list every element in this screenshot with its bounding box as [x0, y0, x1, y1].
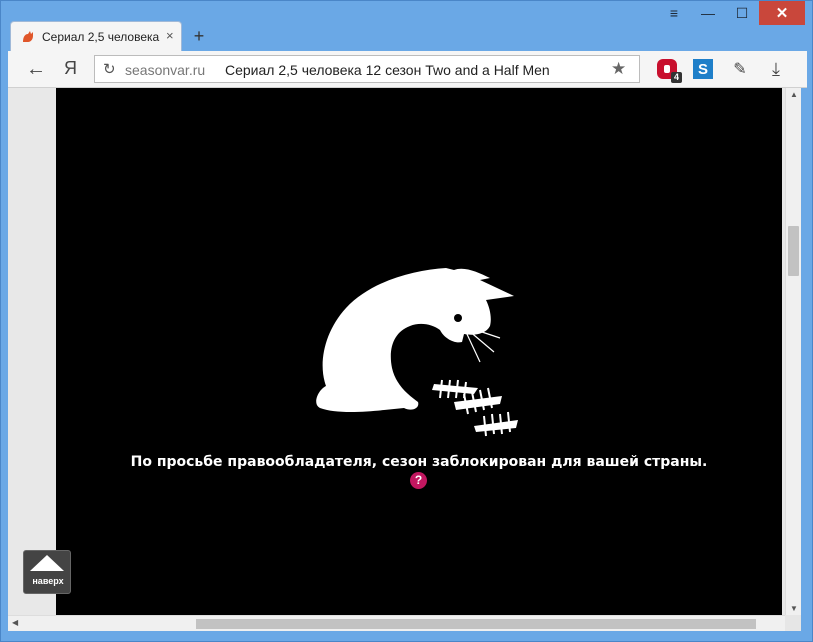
scrollbar-corner [785, 615, 801, 631]
reload-icon[interactable]: ↻ [103, 60, 116, 78]
horizontal-scrollbar[interactable]: ◀ ▶ [8, 615, 801, 631]
scroll-up-icon[interactable]: ▲ [786, 90, 802, 99]
download-icon[interactable]: ⤓ [764, 57, 788, 81]
url-page-title: Сериал 2,5 человека 12 сезон Two and a H… [225, 62, 550, 78]
blocked-message: По просьбе правообладателя, сезон заблок… [130, 454, 708, 470]
scroll-to-top-label: наверх [32, 576, 64, 586]
vertical-scrollbar[interactable]: ▲ ▼ [785, 88, 801, 615]
close-window-button[interactable]: ✕ [759, 1, 805, 25]
adblock-extension-button[interactable]: 4 [655, 57, 682, 83]
tab-serial[interactable]: Сериал 2,5 человека × [10, 21, 182, 51]
url-domain: seasonvar.ru [125, 62, 206, 78]
minimize-button[interactable]: — [691, 1, 725, 25]
help-icon[interactable]: ? [410, 472, 427, 489]
maximize-button[interactable]: ☐ [725, 1, 759, 25]
scroll-left-icon[interactable]: ◀ [12, 618, 18, 627]
adblock-icon: 4 [657, 59, 682, 83]
scroll-to-top-button[interactable]: наверх [23, 550, 71, 594]
tab-title: Сериал 2,5 человека [42, 30, 160, 44]
bookmark-star-icon[interactable]: ★ [611, 59, 626, 79]
browser-toolbar: ← Я ↻ seasonvar.ru Сериал 2,5 человека 1… [8, 51, 807, 88]
new-tab-button[interactable]: + [189, 27, 209, 47]
horizontal-scroll-thumb[interactable] [196, 619, 756, 629]
browser-menu-icon[interactable]: ≡ [657, 1, 691, 25]
up-arrow-icon [30, 555, 64, 571]
eyedropper-icon[interactable]: ✎ [728, 57, 752, 81]
s-extension-button[interactable]: S [691, 57, 715, 81]
scroll-down-icon[interactable]: ▼ [786, 604, 802, 613]
video-player[interactable]: По просьбе правообладателя, сезон заблок… [56, 88, 782, 615]
browser-window: Сериал 2,5 человека × + ≡ — ☐ ✕ ← Я ↻ se… [0, 0, 813, 642]
yandex-button[interactable]: Я [64, 58, 77, 79]
cat-icon [23, 31, 33, 42]
address-bar[interactable]: ↻ seasonvar.ru Сериал 2,5 человека 12 се… [94, 55, 640, 83]
tab-close-icon[interactable]: × [166, 28, 174, 43]
back-arrow-icon[interactable]: ← [26, 58, 46, 81]
tab-strip: Сериал 2,5 человека × + ≡ — ☐ ✕ [1, 1, 812, 51]
vertical-scroll-thumb[interactable] [788, 226, 799, 276]
adblock-badge: 4 [671, 72, 682, 83]
s-extension-icon: S [693, 59, 713, 79]
window-controls: ≡ — ☐ ✕ [657, 1, 805, 27]
cat-with-fish-bones-illustration [316, 268, 518, 437]
page-viewport: По просьбе правообладателя, сезон заблок… [8, 88, 785, 615]
